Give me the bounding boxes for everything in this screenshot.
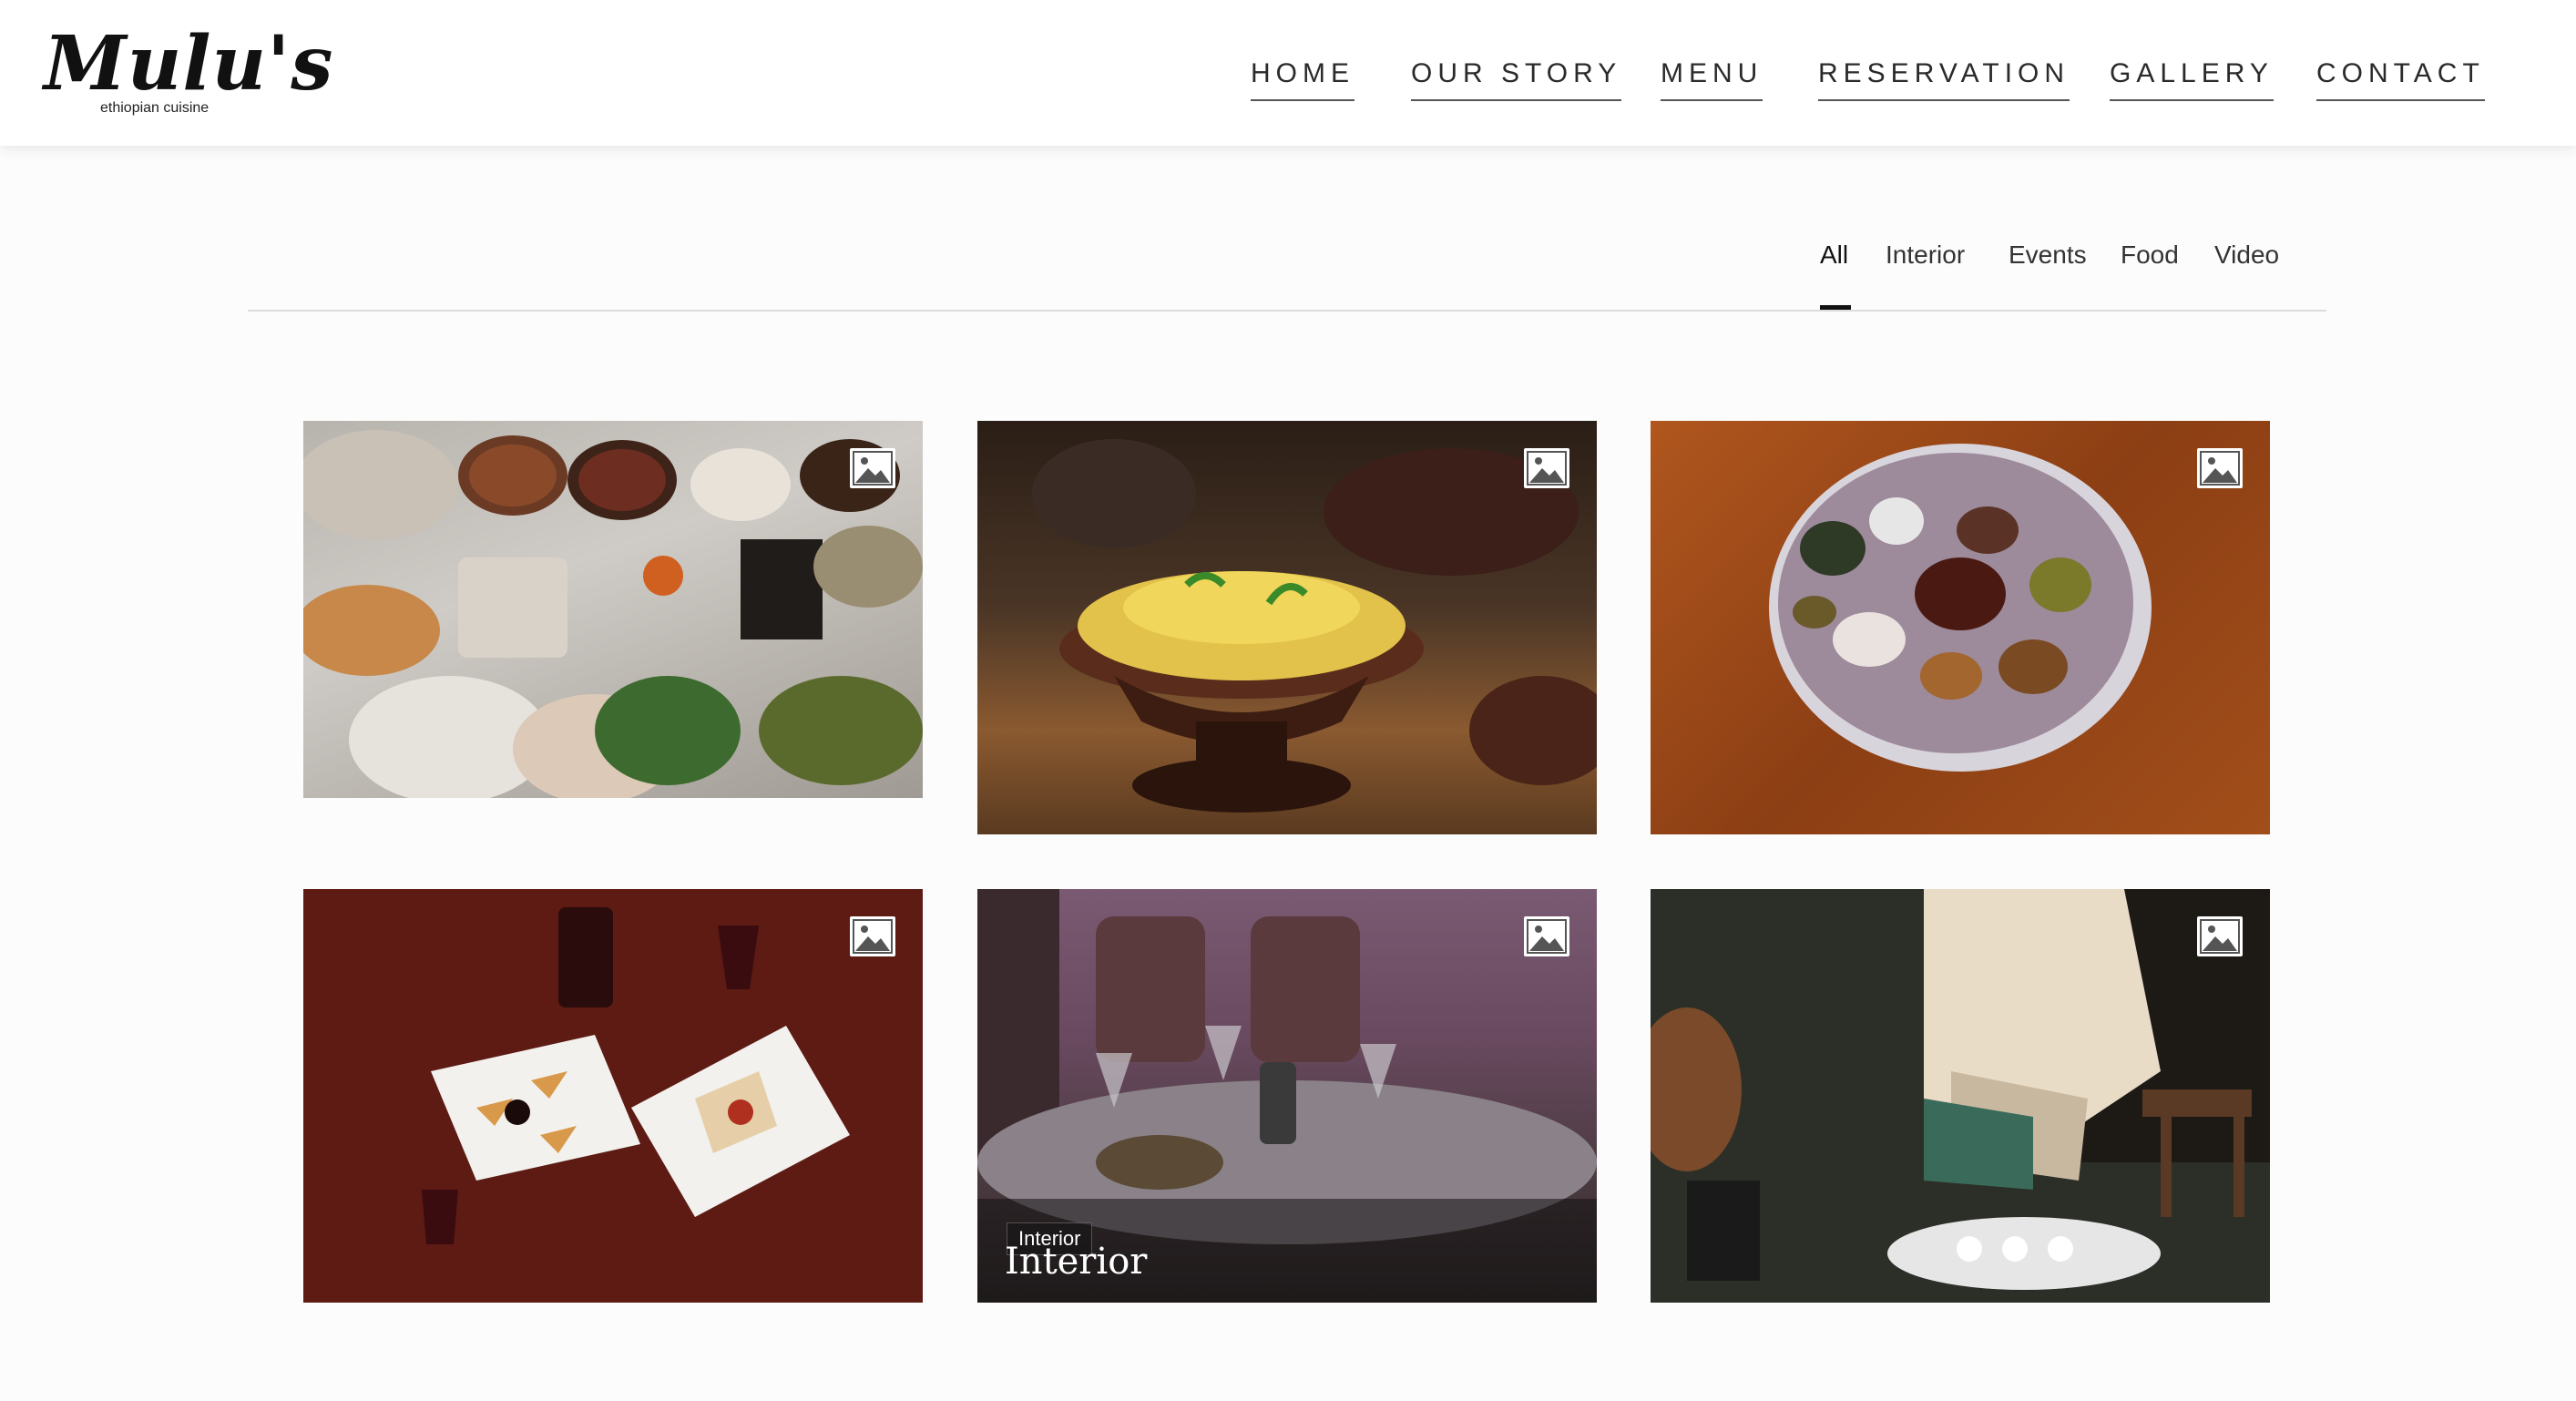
main-nav: HOME OUR STORY MENU RESERVATION GALLERY … [0, 0, 2576, 146]
filter-video[interactable]: Video [2214, 239, 2279, 271]
image-icon [2197, 916, 2243, 956]
image-icon [850, 916, 895, 956]
lentil-dish-photo [1032, 439, 1597, 813]
filter-all[interactable]: All [1820, 239, 1848, 271]
image-icon [2197, 448, 2243, 488]
gallery-tile-coffee-ceremony[interactable] [1651, 889, 2270, 1303]
tile-title: Interior [1005, 1241, 1148, 1283]
image-icon [850, 448, 895, 488]
filter-events[interactable]: Events [2009, 239, 2087, 271]
gallery-tile-buffet[interactable] [303, 421, 923, 798]
sambusa-photo [303, 889, 923, 1303]
image-icon [1524, 448, 1569, 488]
gallery-tile-interior[interactable]: Interior Interior [977, 889, 1597, 1303]
nav-reservation[interactable]: RESERVATION [1818, 56, 2070, 101]
nav-our-story[interactable]: OUR STORY [1411, 56, 1622, 101]
site-header: Mulu's ethiopian cuisine HOME OUR STORY … [0, 0, 2576, 146]
active-filter-indicator [1820, 305, 1851, 310]
filter-interior[interactable]: Interior [1886, 239, 1965, 271]
gallery-tile-injera-platter[interactable] [1651, 421, 2270, 834]
gallery-tile-lentil-dish[interactable] [977, 421, 1597, 834]
gallery-tile-sambusa[interactable] [303, 889, 923, 1303]
coffee-ceremony-photo [1651, 889, 2270, 1303]
buffet-photo [303, 430, 923, 798]
image-icon [1524, 916, 1569, 956]
nav-menu[interactable]: MENU [1661, 56, 1763, 101]
nav-gallery[interactable]: GALLERY [2110, 56, 2274, 101]
nav-contact[interactable]: CONTACT [2316, 56, 2485, 101]
nav-home[interactable]: HOME [1251, 56, 1354, 101]
gallery-filter-bar: All Interior Events Food Video [248, 211, 2326, 312]
injera-platter-photo [1769, 444, 2152, 772]
filter-food[interactable]: Food [2121, 239, 2179, 271]
